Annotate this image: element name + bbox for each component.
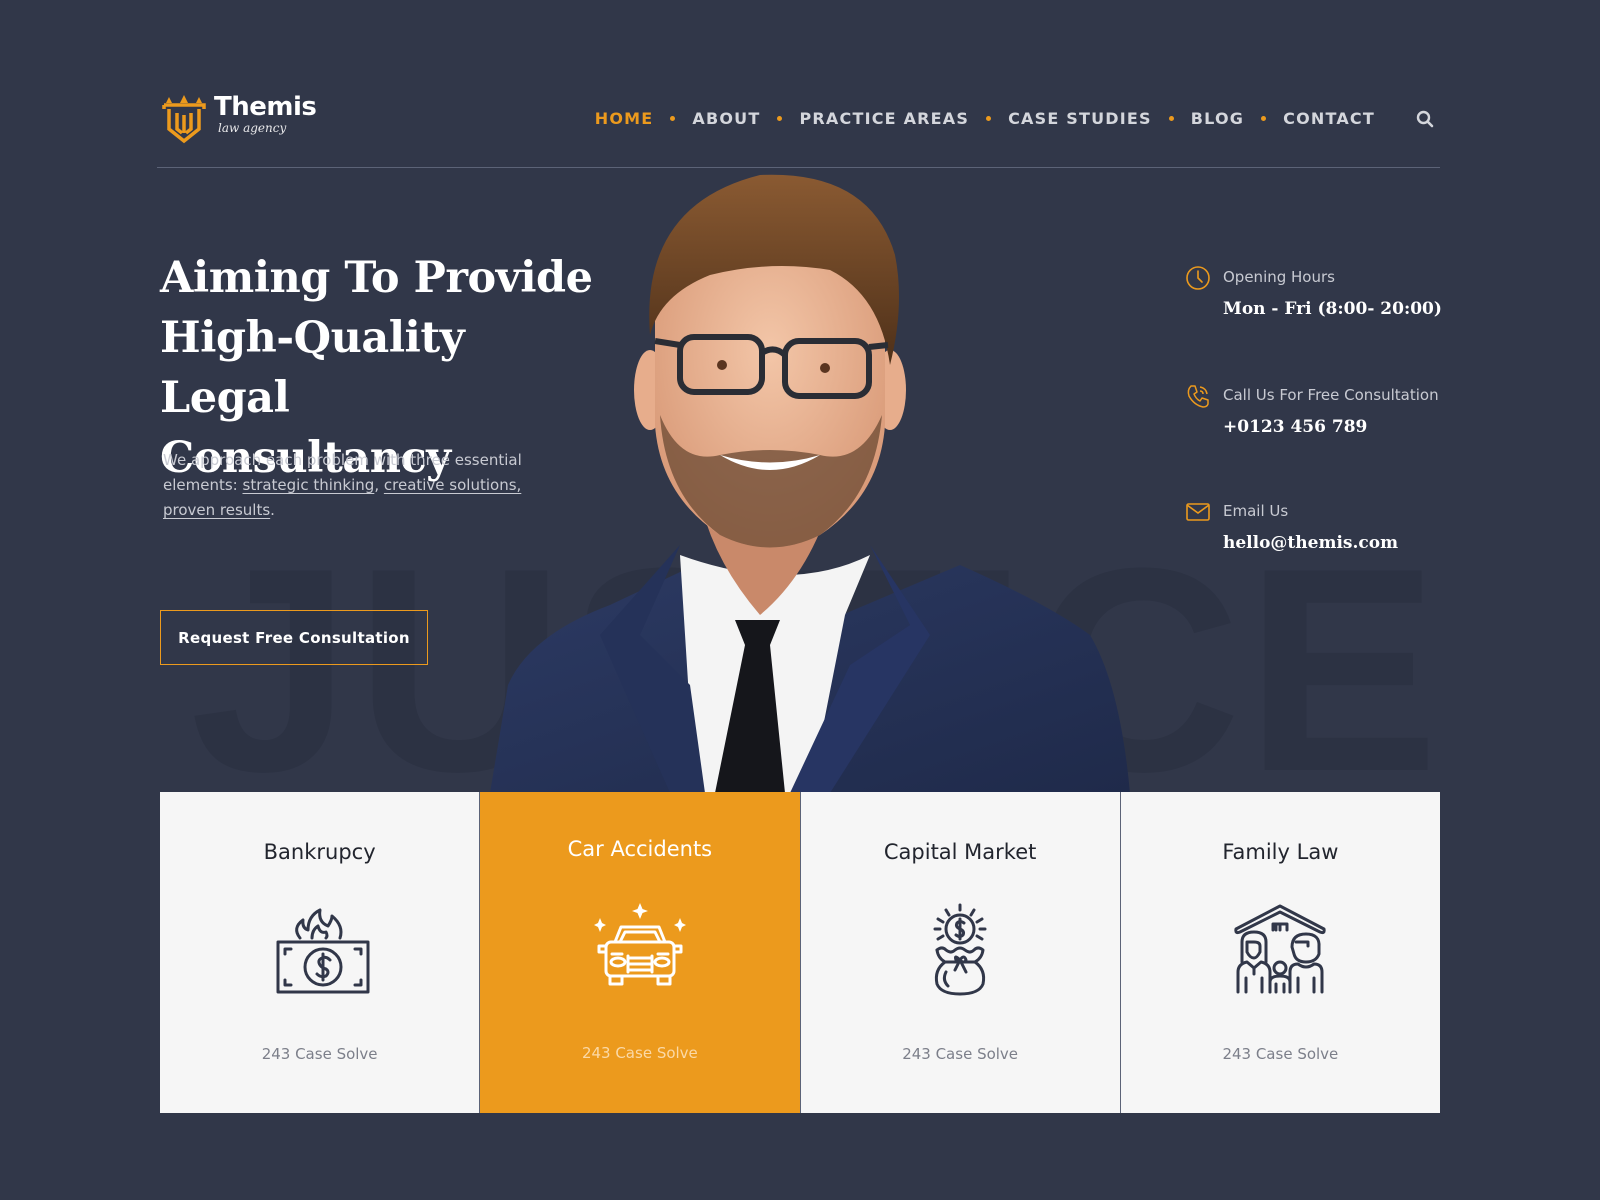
card-case-count: 243 Case Solve bbox=[1222, 1045, 1339, 1063]
hero-description: We approach each problem with three esse… bbox=[163, 448, 533, 523]
phone-icon bbox=[1187, 385, 1209, 408]
card-case-count: 243 Case Solve bbox=[902, 1045, 1019, 1063]
card-title: Capital Market bbox=[883, 840, 1037, 864]
nav-separator-dot bbox=[1261, 116, 1267, 121]
mail-icon bbox=[1186, 503, 1210, 521]
card-bankruptcy[interactable]: Bankrupcy 243 Case Solve bbox=[160, 792, 480, 1113]
card-car-accidents[interactable]: Car Accidents 243 Case Solve bbox=[479, 792, 800, 1113]
request-consultation-button[interactable]: Request Free Consultation bbox=[160, 610, 428, 665]
card-title: Bankrupcy bbox=[263, 840, 376, 864]
brand-tagline: law agency bbox=[218, 121, 287, 135]
crown-shield-logo-icon bbox=[162, 95, 206, 144]
hero-title-line: High-Quality Legal bbox=[160, 313, 465, 423]
card-title: Car Accidents bbox=[567, 837, 713, 861]
contact-value: Mon - Fri (8:00- 20:00) bbox=[1223, 299, 1442, 319]
period: . bbox=[270, 501, 275, 519]
phone-link[interactable]: +0123 456 789 bbox=[1223, 417, 1367, 437]
practice-area-cards: Bankrupcy 243 Case Solve Car Accidents 2… bbox=[160, 792, 1440, 1113]
nav-home[interactable]: HOME bbox=[595, 109, 654, 128]
card-family-law[interactable]: Family Law 243 Case Solve bbox=[1119, 792, 1440, 1113]
brand-name: Themis bbox=[214, 92, 317, 122]
card-case-count: 243 Case Solve bbox=[261, 1045, 378, 1063]
nav-contact[interactable]: CONTACT bbox=[1283, 109, 1375, 128]
contact-label: Email Us bbox=[1223, 502, 1289, 520]
link-strategic-thinking[interactable]: strategic thinking bbox=[243, 476, 375, 494]
clock-icon bbox=[1186, 266, 1210, 290]
burning-money-icon bbox=[276, 908, 370, 994]
card-case-count: 243 Case Solve bbox=[581, 1044, 698, 1062]
nav-blog[interactable]: BLOG bbox=[1191, 109, 1244, 128]
nav-separator-dot bbox=[670, 116, 676, 121]
card-capital-market[interactable]: Capital Market 243 Case Solve bbox=[799, 792, 1120, 1113]
site-header: Themis law agency HOME ABOUT PRACTICE AR… bbox=[157, 85, 1440, 168]
nav-separator-dot bbox=[777, 116, 783, 121]
separator: , bbox=[374, 476, 384, 494]
money-bag-icon bbox=[933, 903, 987, 996]
link-creative-solutions[interactable]: creative solutions, bbox=[384, 476, 521, 494]
contact-label: Call Us For Free Consultation bbox=[1223, 386, 1439, 404]
car-icon bbox=[593, 903, 686, 986]
logo[interactable]: Themis law agency bbox=[160, 92, 317, 145]
hero-title-line: Aiming To Provide bbox=[160, 253, 593, 303]
nav-separator-dot bbox=[986, 116, 992, 121]
nav-case-studies[interactable]: CASE STUDIES bbox=[1008, 109, 1152, 128]
contact-label: Opening Hours bbox=[1223, 268, 1335, 286]
search-icon[interactable] bbox=[1416, 110, 1434, 128]
card-title: Family Law bbox=[1222, 840, 1339, 864]
nav-practice-areas[interactable]: PRACTICE AREAS bbox=[799, 109, 969, 128]
link-proven-results[interactable]: proven results bbox=[163, 501, 270, 519]
main-nav: HOME ABOUT PRACTICE AREAS CASE STUDIES B… bbox=[595, 109, 1375, 128]
nav-separator-dot bbox=[1168, 116, 1174, 121]
email-link[interactable]: hello@themis.com bbox=[1223, 533, 1398, 553]
family-house-icon bbox=[1234, 904, 1327, 994]
nav-about[interactable]: ABOUT bbox=[692, 109, 760, 128]
